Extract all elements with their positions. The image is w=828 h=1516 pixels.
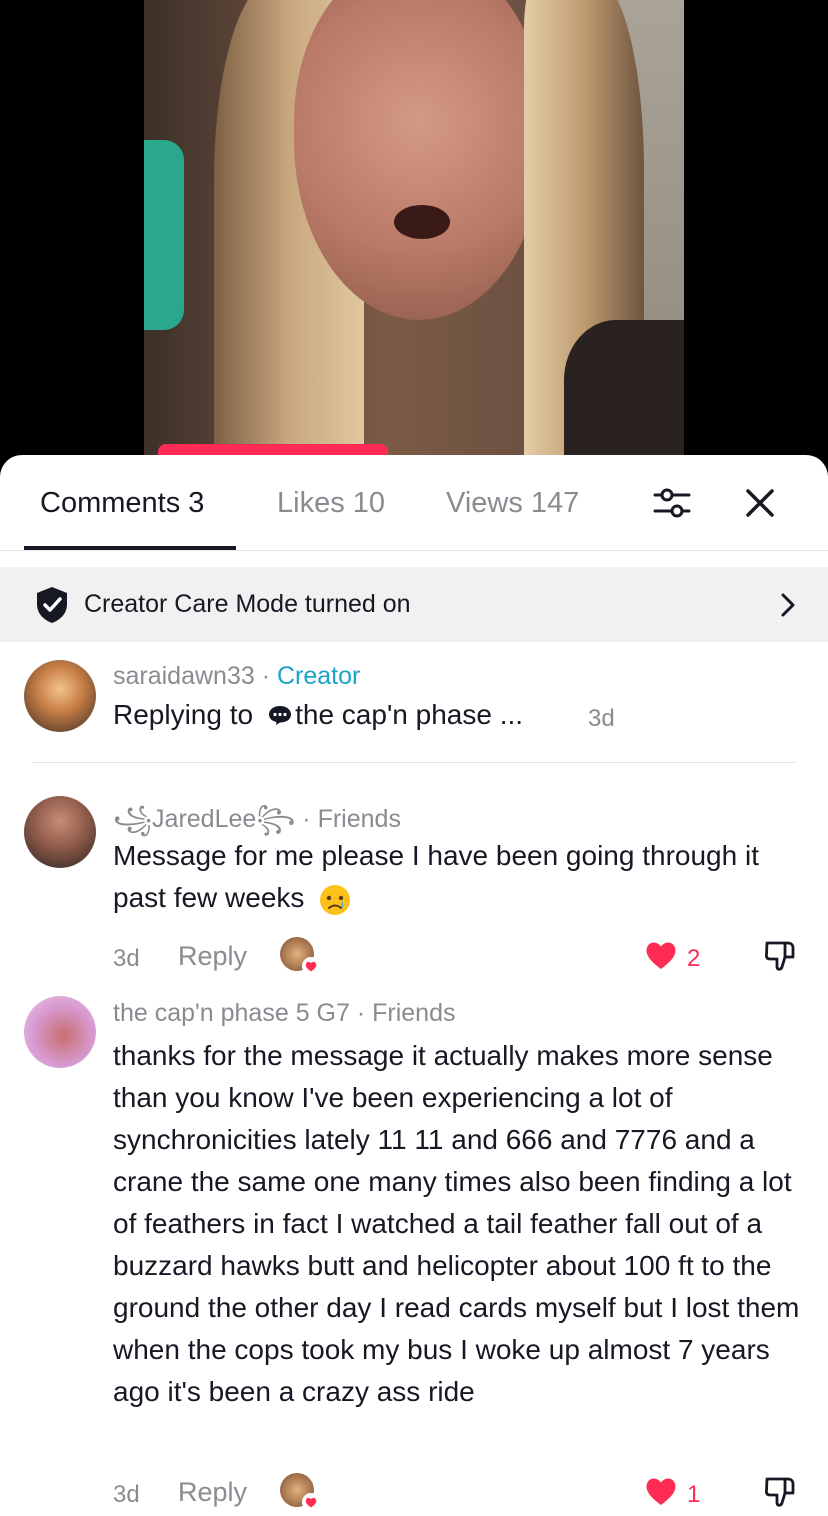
comment-time: 3d bbox=[113, 945, 140, 972]
reply-target: the cap'n phase ... bbox=[295, 699, 524, 730]
comments-sheet: Comments 3 Likes 10 Views 147 Creator Ca… bbox=[0, 455, 828, 1516]
creator-liked-avatar bbox=[280, 1473, 320, 1511]
tab-bar: Comments 3 Likes 10 Views 147 bbox=[0, 455, 828, 551]
close-icon[interactable] bbox=[740, 483, 780, 523]
username[interactable]: saraidawn33 bbox=[113, 662, 255, 690]
divider bbox=[32, 762, 796, 763]
comment-time: 3d bbox=[113, 1481, 140, 1508]
dislike-icon[interactable] bbox=[761, 937, 799, 975]
username[interactable]: the cap'n phase 5 G7 bbox=[113, 999, 350, 1027]
reply-button[interactable]: Reply bbox=[178, 1477, 247, 1508]
comment-actions: 3d Reply 2 bbox=[113, 937, 813, 977]
heart-icon bbox=[302, 957, 320, 975]
like-heart-icon[interactable] bbox=[643, 1473, 679, 1509]
creator-badge: Creator bbox=[276, 662, 361, 690]
video-frame bbox=[144, 0, 684, 470]
active-tab-indicator bbox=[24, 546, 236, 550]
username[interactable]: ꧁JaredLee꧂ bbox=[113, 805, 295, 833]
comment-author-line: saraidawn33 · Creator bbox=[113, 662, 361, 690]
comment-bubble-icon bbox=[269, 705, 292, 725]
video-player[interactable] bbox=[0, 0, 828, 470]
tab-likes[interactable]: Likes 10 bbox=[277, 487, 385, 520]
filter-icon[interactable] bbox=[652, 483, 692, 523]
comment-author-line: the cap'n phase 5 G7 · Friends bbox=[113, 999, 456, 1027]
creator-liked-avatar bbox=[280, 937, 320, 975]
tab-views[interactable]: Views 147 bbox=[446, 487, 579, 520]
tab-comments[interactable]: Comments 3 bbox=[40, 487, 204, 520]
avatar[interactable] bbox=[24, 796, 96, 868]
reply-button[interactable]: Reply bbox=[178, 941, 247, 972]
creator-care-text: Creator Care Mode turned on bbox=[84, 590, 411, 618]
like-heart-icon[interactable] bbox=[643, 937, 679, 973]
heart-icon bbox=[302, 1493, 320, 1511]
crying-face-icon bbox=[320, 884, 351, 915]
shield-check-icon bbox=[37, 587, 67, 623]
friends-badge: Friends bbox=[372, 999, 456, 1027]
comment-time: 3d bbox=[588, 705, 615, 732]
replying-to-line[interactable]: Replying to the cap'n phase ... bbox=[113, 699, 523, 731]
dislike-icon[interactable] bbox=[761, 1473, 799, 1511]
comment-actions: 3d Reply 1 bbox=[113, 1473, 813, 1513]
friends-badge: Friends bbox=[317, 805, 401, 833]
avatar[interactable] bbox=[24, 996, 96, 1068]
avatar[interactable] bbox=[24, 660, 96, 732]
chevron-right-icon bbox=[781, 593, 795, 617]
comment-text: Message for me please I have been going … bbox=[113, 835, 803, 919]
like-count: 1 bbox=[687, 1481, 701, 1508]
like-count: 2 bbox=[687, 945, 701, 972]
creator-care-banner[interactable]: Creator Care Mode turned on bbox=[0, 567, 828, 642]
comment-text: thanks for the message it actually makes… bbox=[113, 1040, 800, 1407]
